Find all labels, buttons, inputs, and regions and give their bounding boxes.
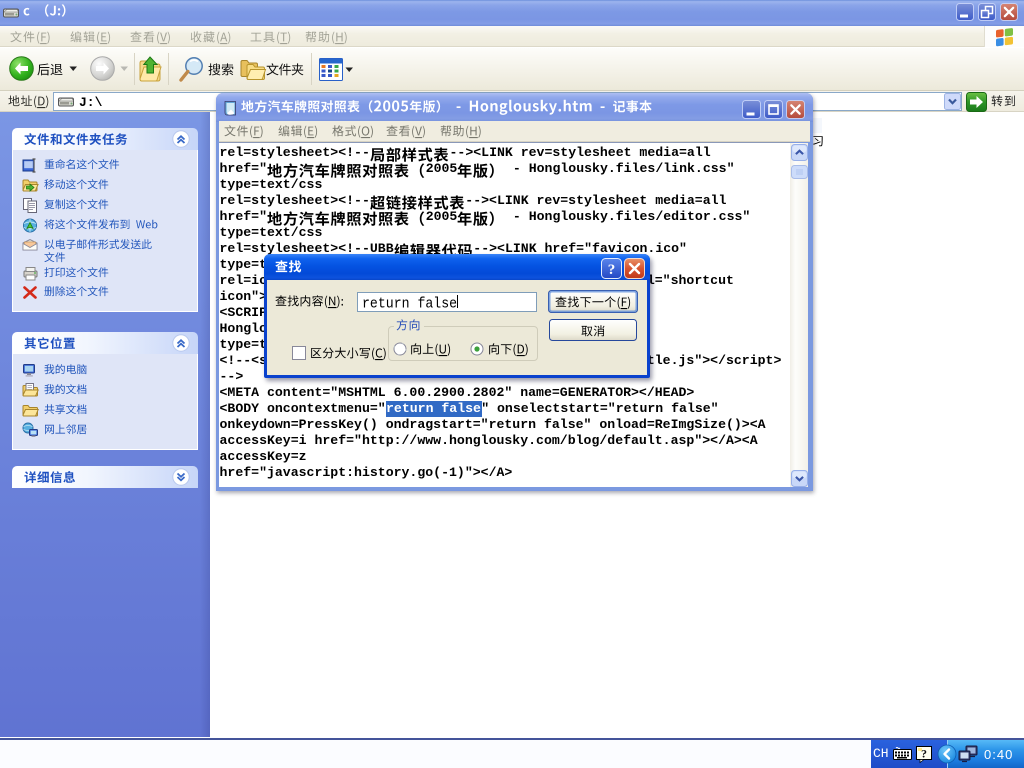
svg-text:?: ? (608, 262, 616, 278)
